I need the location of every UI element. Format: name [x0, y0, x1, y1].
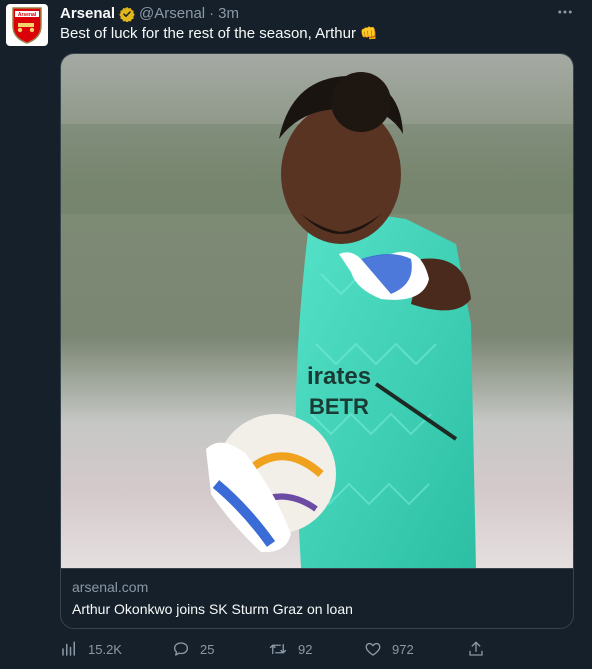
retweets-count: 92: [298, 641, 313, 657]
likes-count: 972: [392, 641, 414, 657]
like-button[interactable]: 972: [364, 640, 414, 658]
shirt-sponsor-line-1: irates: [307, 363, 371, 390]
card-domain: arsenal.com: [72, 579, 149, 595]
card-image[interactable]: irates BETR: [61, 54, 573, 568]
link-card[interactable]: irates BETR arsenal.com Arthur Okonkwo j…: [60, 53, 574, 629]
like-icon: [365, 642, 381, 656]
shirt-sponsor-line-2: BETR: [309, 394, 369, 419]
card-title[interactable]: Arthur Okonkwo joins SK Sturm Graz on lo…: [72, 601, 353, 617]
share-icon: [469, 641, 483, 656]
crest-wordmark: Arsenal: [18, 12, 37, 18]
reply-button[interactable]: 25: [172, 640, 214, 658]
reply-icon: [173, 642, 189, 656]
separator: ·: [209, 5, 215, 22]
views-icon: [62, 641, 75, 656]
tweet-text-body: Best of luck for the rest of the season,…: [60, 25, 356, 42]
verified-badge-icon: [119, 6, 135, 22]
timestamp[interactable]: 3m: [218, 5, 239, 22]
player-photo: irates BETR: [61, 54, 573, 568]
tweet-header: Arsenal @Arsenal · 3m: [60, 5, 239, 22]
more-icon[interactable]: [556, 3, 574, 26]
tweet-actions: 15.2K 25 92 972: [60, 640, 520, 662]
avatar[interactable]: Arsenal: [6, 4, 48, 46]
card-meta[interactable]: arsenal.com Arthur Okonkwo joins SK Stur…: [61, 568, 573, 628]
views-count: 15.2K: [88, 641, 122, 657]
views-button[interactable]: 15.2K: [60, 640, 122, 658]
tweet-text: Best of luck for the rest of the season,…: [60, 25, 378, 42]
arsenal-crest-icon: Arsenal: [12, 7, 42, 44]
tweet[interactable]: Arsenal Arsenal @Arsenal · 3m Best of lu…: [0, 0, 592, 669]
retweet-icon: [269, 643, 287, 655]
account-handle[interactable]: @Arsenal: [139, 5, 205, 22]
share-button[interactable]: [467, 640, 485, 658]
fist-emoji: 👊: [360, 25, 378, 41]
replies-count: 25: [200, 641, 215, 657]
account-name[interactable]: Arsenal: [60, 5, 115, 22]
retweet-button[interactable]: 92: [268, 640, 312, 658]
